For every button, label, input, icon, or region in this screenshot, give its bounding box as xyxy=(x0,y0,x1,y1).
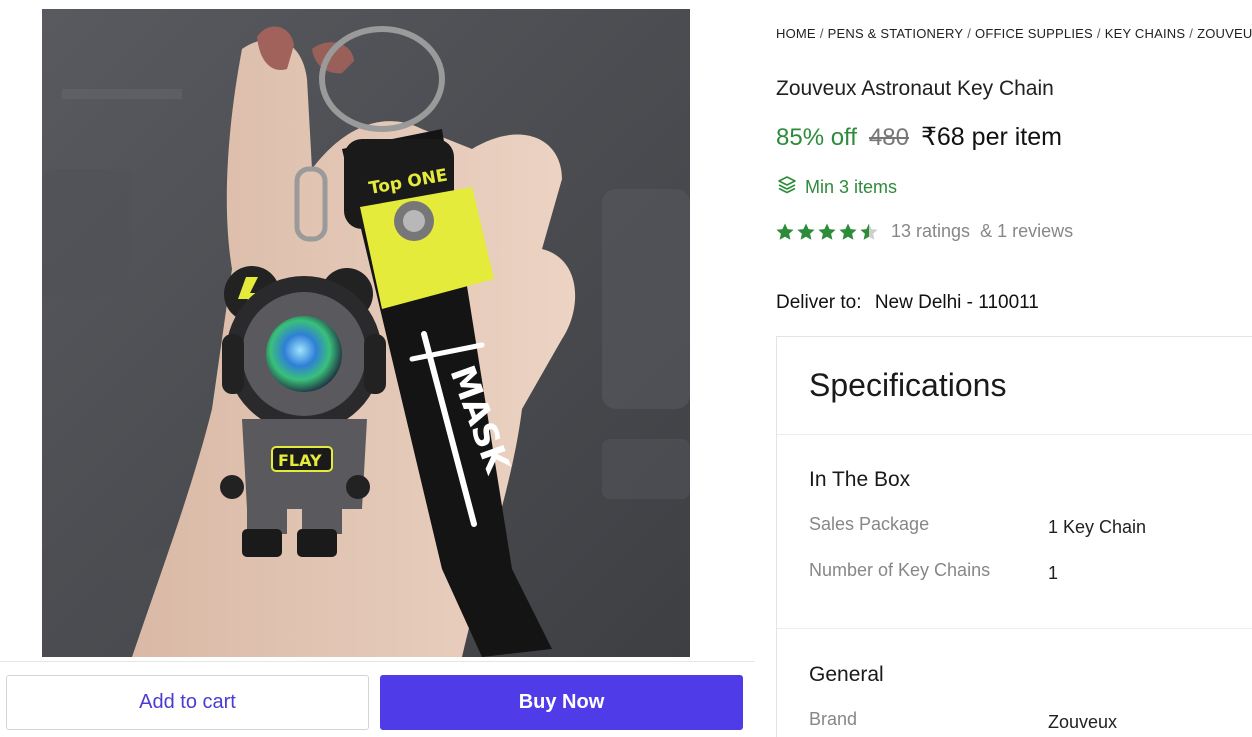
spec-section-title: In The Box xyxy=(809,468,911,491)
action-bar: Add to cart Buy Now xyxy=(0,661,755,737)
breadcrumb-brand[interactable]: ZOUVEUX xyxy=(1197,26,1252,41)
delivery-location: New Delhi - 110011 xyxy=(874,292,1039,313)
breadcrumb-separator: / xyxy=(819,26,824,41)
spec-row: Sales Package 1 Key Chain xyxy=(809,514,1249,538)
divider xyxy=(777,434,1252,435)
discount-percent: 85% off xyxy=(776,124,857,151)
star-icon xyxy=(839,223,857,240)
ratings-count: 13 ratings xyxy=(891,221,971,241)
breadcrumb-separator: / xyxy=(1189,26,1194,41)
specifications-title: Specifications xyxy=(809,367,1007,403)
spec-key: Number of Key Chains xyxy=(809,560,991,580)
star-icon xyxy=(818,223,836,240)
breadcrumb-separator: / xyxy=(1096,26,1101,41)
rating-row[interactable]: 13 ratings & 1 reviews xyxy=(775,221,1073,242)
product-image[interactable]: Top ONE MASK FLAY xyxy=(42,9,690,657)
star-icon xyxy=(860,223,878,240)
breadcrumb-home[interactable]: HOME xyxy=(776,26,816,41)
add-to-cart-button[interactable]: Add to cart xyxy=(6,675,369,730)
spec-row: Number of Key Chains 1 xyxy=(809,560,1249,584)
spec-value: Zouveux xyxy=(1048,712,1118,732)
specifications-card: Specifications In The Box Sales Package … xyxy=(776,336,1252,737)
keychain-photo: Top ONE MASK FLAY xyxy=(42,9,690,657)
spec-key: Sales Package xyxy=(809,514,930,534)
buy-now-button[interactable]: Buy Now xyxy=(380,675,743,730)
breadcrumb-pens-stationery[interactable]: PENS & STATIONERY xyxy=(828,26,964,41)
reviews-count: & 1 reviews xyxy=(980,221,1074,241)
breadcrumb-separator: / xyxy=(967,26,972,41)
astronaut-badge-text: FLAY xyxy=(278,451,322,470)
spec-value: 1 xyxy=(1048,563,1059,583)
breadcrumb-office-supplies[interactable]: OFFICE SUPPLIES xyxy=(975,26,1093,41)
star-icon xyxy=(776,223,794,240)
breadcrumb-key-chains[interactable]: KEY CHAINS xyxy=(1105,26,1186,41)
product-title: Zouveux Astronaut Key Chain xyxy=(776,77,1054,100)
layers-icon xyxy=(777,175,797,200)
min-order-text: Min 3 items xyxy=(805,177,898,197)
original-price: 480 xyxy=(868,124,909,151)
star-rating xyxy=(775,222,879,242)
spec-key: Brand xyxy=(809,709,858,729)
spec-section-title: General xyxy=(809,663,884,686)
star-icon xyxy=(797,223,815,240)
selling-price: ₹68 per item xyxy=(921,123,1062,151)
deliver-to-label: Deliver to: xyxy=(776,292,862,313)
price-row: 85% off 480 ₹68 per item xyxy=(776,122,1062,152)
delivery-info[interactable]: Deliver to: New Delhi - 110011 xyxy=(776,292,1039,314)
spec-value: 1 Key Chain xyxy=(1048,517,1147,537)
breadcrumb: HOME / PENS & STATIONERY / OFFICE SUPPLIES… xyxy=(776,26,1252,41)
divider xyxy=(777,628,1252,629)
spec-row: Brand Zouveux xyxy=(809,709,1249,733)
min-order-info: Min 3 items xyxy=(777,175,897,200)
